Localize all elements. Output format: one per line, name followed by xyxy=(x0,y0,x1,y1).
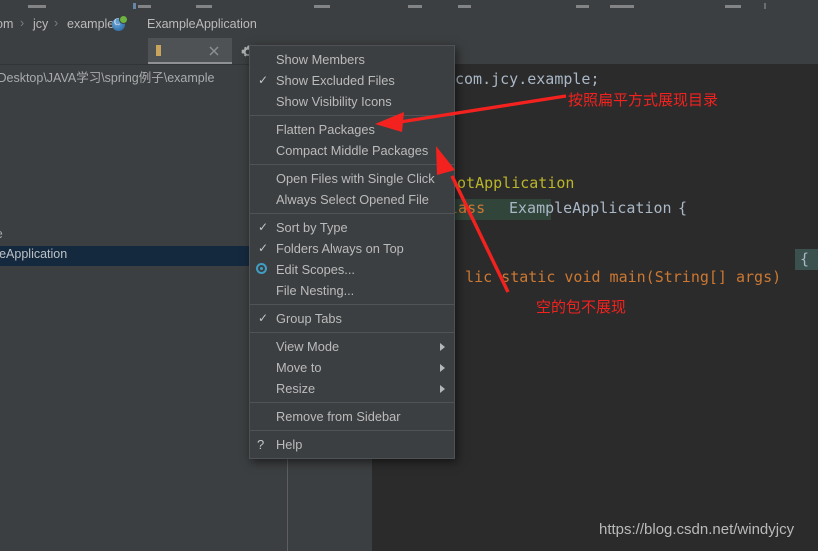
code-class-name: ExampleApplication xyxy=(509,199,672,217)
project-path-row: \Desktop\JAVA学习\spring例子\example xyxy=(0,67,288,87)
toolbar-divider xyxy=(764,3,766,9)
menu-item-label: Help xyxy=(276,437,303,452)
menu-item-label: Edit Scopes... xyxy=(276,262,355,277)
project-tool-window xyxy=(0,38,288,551)
menu-item-label: Sort by Type xyxy=(276,220,348,235)
menu-item-label: Folders Always on Top xyxy=(276,241,404,256)
menu-item-open-files-with-single-click[interactable]: Open Files with Single Click xyxy=(250,168,454,189)
chevron-right-icon xyxy=(440,364,445,372)
menu-item-stub[interactable] xyxy=(138,5,151,8)
menu-item-label: Remove from Sidebar xyxy=(276,409,401,424)
tree-item-exampleapplication[interactable]: ampleApplication xyxy=(0,246,288,266)
menu-item-move-to[interactable]: Move to xyxy=(250,357,454,378)
menu-item-stub[interactable] xyxy=(196,5,212,8)
breadcrumb-item-2[interactable]: example xyxy=(67,17,114,31)
tree-item-label: ampleApplication xyxy=(0,247,68,261)
application-menu-bar[interactable] xyxy=(0,0,818,12)
breadcrumb-item-3[interactable]: ExampleApplication xyxy=(147,17,257,31)
menu-item-always-select-opened-file[interactable]: Always Select Opened File xyxy=(250,189,454,210)
menu-item-group-tabs[interactable]: ✓ Group Tabs xyxy=(250,308,454,329)
menu-item-sort-by-type[interactable]: ✓ Sort by Type xyxy=(250,217,454,238)
view-options-context-menu[interactable]: Show Members ✓ Show Excluded Files Show Vis… xyxy=(249,45,455,459)
menu-item-view-mode[interactable]: View Mode xyxy=(250,336,454,357)
code-main-signature: lic static void main(String[] args) xyxy=(447,250,781,286)
menu-item-show-visibility-icons[interactable]: Show Visibility Icons xyxy=(250,91,454,112)
menu-item-label: Group Tabs xyxy=(276,311,342,326)
menu-separator xyxy=(250,402,454,403)
tab-active-underline xyxy=(148,62,232,64)
close-icon[interactable] xyxy=(208,44,220,56)
menu-item-label: Show Visibility Icons xyxy=(276,94,392,109)
annotation-note-flatten: 按照扁平方式展现目录 xyxy=(568,91,719,109)
code-annotation-line: ootApplication xyxy=(448,174,575,192)
menu-item-label: Show Excluded Files xyxy=(276,73,395,88)
project-path-text: \Desktop\JAVA学习\spring例子\example xyxy=(0,71,215,85)
menu-item-label: Show Members xyxy=(276,52,365,67)
menu-separator xyxy=(250,164,454,165)
code-main-brace: { xyxy=(800,250,810,268)
menu-item-show-excluded-files[interactable]: ✓ Show Excluded Files xyxy=(250,70,454,91)
breadcrumb-item-1[interactable]: jcy xyxy=(33,17,48,31)
menu-item-help[interactable]: ? Help xyxy=(250,434,454,455)
menu-item-label: Resize xyxy=(276,381,316,396)
menu-separator xyxy=(250,213,454,214)
menu-item-resize[interactable]: Resize xyxy=(250,378,454,399)
menu-item-label: File Nesting... xyxy=(276,283,355,298)
menu-item-folders-always-on-top[interactable]: ✓ Folders Always on Top xyxy=(250,238,454,259)
menu-item-stub[interactable] xyxy=(28,5,46,8)
menu-item-stub[interactable] xyxy=(610,5,634,8)
check-icon: ✓ xyxy=(258,311,269,325)
menu-separator xyxy=(250,332,454,333)
menu-item-file-nesting[interactable]: File Nesting... xyxy=(250,280,454,301)
menu-item-show-members[interactable]: Show Members xyxy=(250,49,454,70)
menu-item-label: Move to xyxy=(276,360,322,375)
menu-item-remove-from-sidebar[interactable]: Remove from Sidebar xyxy=(250,406,454,427)
menu-item-compact-middle-packages[interactable]: Compact Middle Packages xyxy=(250,140,454,161)
toolbar-icon-stub[interactable] xyxy=(133,3,136,9)
menu-item-stub[interactable] xyxy=(725,5,741,8)
menu-separator xyxy=(250,115,454,116)
menu-item-stub[interactable] xyxy=(408,5,422,8)
check-icon: ✓ xyxy=(258,220,269,234)
menu-item-stub[interactable] xyxy=(314,5,330,8)
chevron-right-icon xyxy=(440,343,445,351)
menu-padding xyxy=(250,455,454,458)
code-main-sig-text: lic static void main(String[] args) xyxy=(465,268,782,286)
menu-item-label: Compact Middle Packages xyxy=(276,143,429,158)
menu-item-label: Always Select Opened File xyxy=(276,192,429,207)
spring-class-icon xyxy=(112,16,127,31)
chevron-right-icon xyxy=(440,385,445,393)
breadcrumb-separator: › xyxy=(54,16,59,30)
menu-separator xyxy=(250,304,454,305)
menu-item-label: View Mode xyxy=(276,339,340,354)
annotation-note-compact: 空的包不展现 xyxy=(536,298,627,316)
menu-item-stub[interactable] xyxy=(458,5,471,8)
breadcrumb-item-0[interactable]: om xyxy=(0,17,13,31)
check-icon: ✓ xyxy=(258,73,269,87)
menu-item-label: Flatten Packages xyxy=(276,122,375,137)
menu-item-flatten-packages[interactable]: Flatten Packages xyxy=(250,119,454,140)
menu-item-stub[interactable] xyxy=(576,5,589,8)
help-icon: ? xyxy=(257,437,265,452)
tree-item-example[interactable]: ple xyxy=(0,225,3,244)
menu-item-label: Open Files with Single Click xyxy=(276,171,435,186)
check-icon: ✓ xyxy=(258,241,269,255)
watermark-text: https://blog.csdn.net/windyjcy xyxy=(599,521,795,538)
code-package-line: com.jcy.example; xyxy=(455,70,600,88)
java-file-icon xyxy=(156,45,161,56)
code-class-brace: { xyxy=(678,199,688,217)
radio-icon xyxy=(256,263,267,274)
menu-item-edit-scopes[interactable]: Edit Scopes... xyxy=(250,259,454,280)
breadcrumb-separator: › xyxy=(20,16,25,30)
menu-separator xyxy=(250,430,454,431)
